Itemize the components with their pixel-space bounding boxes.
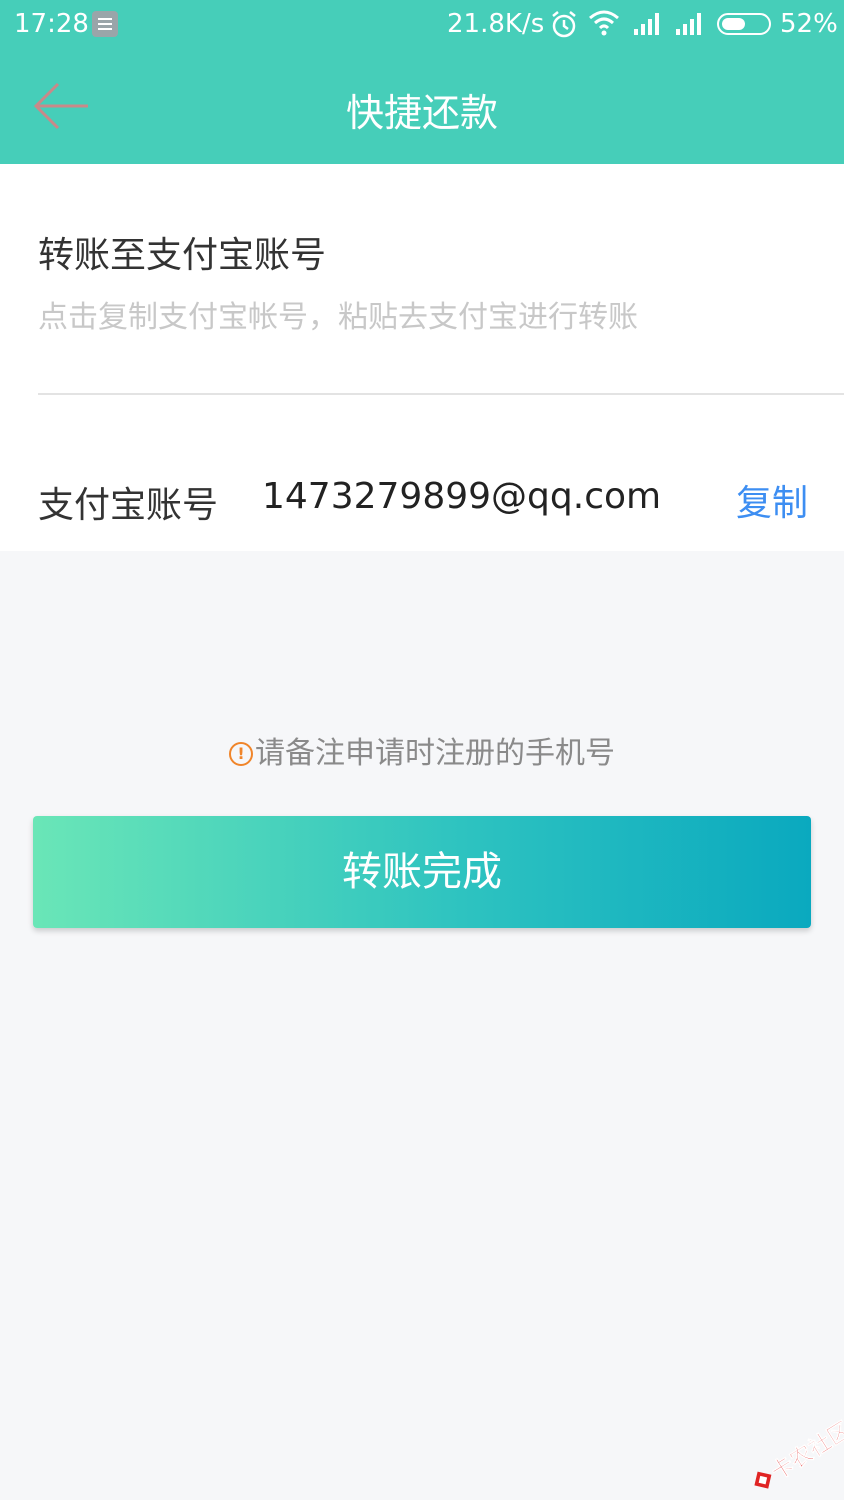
transfer-card: 转账至支付宝账号 点击复制支付宝帐号，粘贴去支付宝进行转账 支付宝账号 1473…	[0, 164, 844, 551]
app-header: 17:28 21.8K/s 52% 快捷还款	[0, 0, 844, 164]
svg-text:卡农社区: 卡农社区	[767, 1418, 844, 1486]
wifi-icon	[589, 10, 619, 36]
network-speed: 21.8K/s	[447, 9, 545, 39]
signal-icon	[634, 13, 659, 35]
page-title: 快捷还款	[345, 91, 498, 135]
copy-button[interactable]: 复制	[736, 474, 808, 526]
status-time: 17:28	[14, 9, 89, 39]
transfer-hint: 点击复制支付宝帐号，粘贴去支付宝进行转账	[38, 300, 638, 335]
warning-circle-icon: !	[229, 742, 253, 766]
battery-percent: 52%	[780, 9, 838, 39]
status-bar: 17:28 21.8K/s 52%	[0, 0, 844, 50]
transfer-section-title: 转账至支付宝账号	[38, 235, 327, 276]
notice: ! 请备注申请时注册的手机号	[0, 728, 844, 772]
watermark-logo: 卡农社区	[754, 1418, 844, 1489]
nav-bar: 快捷还款	[0, 50, 844, 164]
account-label: 支付宝账号	[38, 485, 219, 526]
account-value: 1473279899@qq.com	[262, 476, 662, 517]
divider	[38, 393, 844, 395]
notice-text: 请备注申请时注册的手机号	[255, 736, 615, 771]
transfer-done-button[interactable]: 转账完成	[33, 816, 811, 928]
signal-icon	[676, 13, 701, 35]
alarm-icon	[552, 11, 576, 38]
notification-icon	[92, 11, 118, 37]
battery-icon	[717, 13, 771, 35]
